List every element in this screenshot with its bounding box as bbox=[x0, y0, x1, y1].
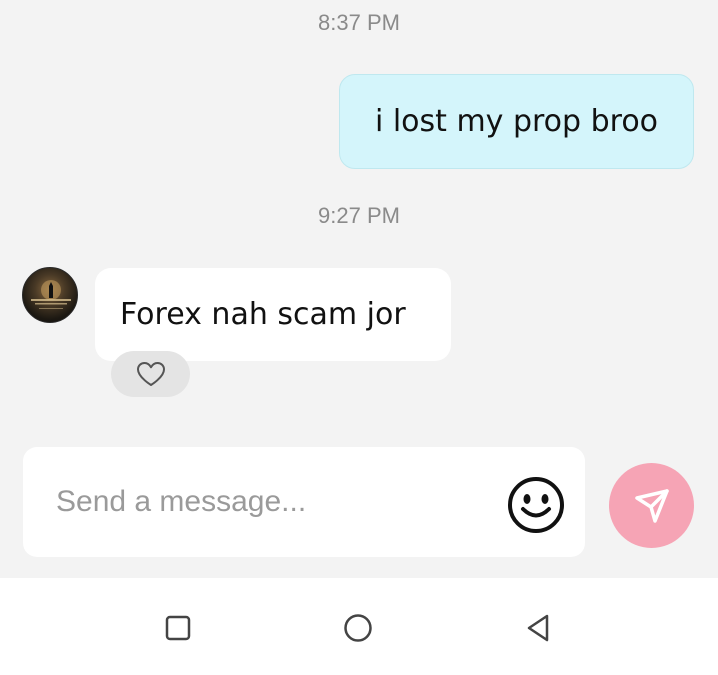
sender-avatar[interactable] bbox=[22, 267, 78, 323]
home-button[interactable] bbox=[338, 608, 378, 648]
recents-button[interactable] bbox=[158, 608, 198, 648]
chat-thread: 8:37 PM i lost my prop broo 9:27 PM Fore… bbox=[0, 0, 718, 578]
message-timestamp: 9:27 PM bbox=[318, 203, 400, 228]
message-timestamp: 8:37 PM bbox=[318, 10, 400, 35]
send-arrow-icon bbox=[634, 488, 669, 523]
avatar-logo-image bbox=[31, 280, 71, 309]
home-circle-icon bbox=[344, 614, 372, 642]
back-triangle-icon bbox=[527, 614, 549, 642]
heart-outline-icon bbox=[136, 362, 165, 386]
system-navigation-bar bbox=[0, 578, 718, 675]
smiley-icon bbox=[508, 477, 564, 533]
recents-square-icon bbox=[165, 615, 191, 641]
sent-message-bubble[interactable]: i lost my prop broo bbox=[339, 74, 694, 169]
emoji-button[interactable] bbox=[507, 476, 565, 534]
received-message-text: Forex nah scam jor bbox=[120, 297, 406, 332]
back-button[interactable] bbox=[518, 608, 558, 648]
message-input-container[interactable]: Send a message... bbox=[23, 447, 585, 557]
message-input[interactable]: Send a message... bbox=[56, 485, 306, 519]
sent-message-text: i lost my prop broo bbox=[374, 104, 659, 139]
send-button[interactable] bbox=[609, 463, 694, 548]
reaction-button[interactable] bbox=[111, 351, 190, 397]
received-message-bubble[interactable]: Forex nah scam jor bbox=[95, 268, 451, 361]
